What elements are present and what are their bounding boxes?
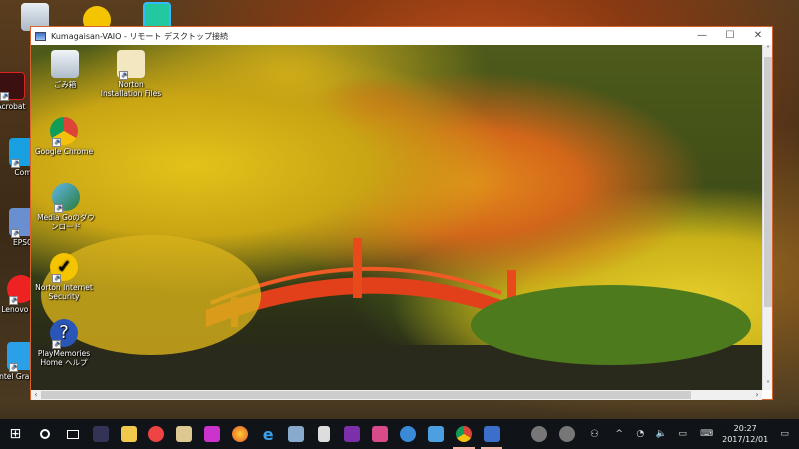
horizontal-scroll-thumb[interactable] — [41, 391, 691, 399]
app-icon — [371, 426, 388, 442]
onenote-icon — [343, 426, 360, 442]
minimize-button[interactable]: — — [688, 27, 716, 45]
title-bar[interactable]: Kumagaisan-VAIO - リモート デスクトップ接続 — [31, 27, 772, 45]
taskbar-app[interactable] — [366, 419, 394, 449]
avatar — [558, 426, 575, 442]
scroll-down-button[interactable]: ˅ — [763, 380, 773, 390]
media-go-icon: ↗ — [52, 183, 80, 213]
remote-norton-installation-files[interactable]: ↗ Norton Installation Files — [100, 50, 162, 98]
taskbar-file-explorer[interactable] — [115, 419, 143, 449]
time: 20:27 — [733, 424, 757, 433]
cortana-icon — [39, 429, 50, 439]
taskbar-firefox[interactable] — [226, 419, 254, 449]
volume-icon[interactable]: 🔈 — [651, 429, 672, 439]
clock[interactable]: 20:27 2017/12/01 — [720, 423, 770, 445]
vertical-scrollbar[interactable]: ˄ ˅ — [762, 45, 772, 390]
taskbar-app[interactable] — [394, 419, 422, 449]
search-button[interactable] — [31, 419, 59, 449]
taskbar-user-2[interactable] — [553, 419, 581, 449]
people-button[interactable]: ⚇ — [581, 419, 609, 449]
battery-icon[interactable]: ▭ — [672, 429, 693, 439]
maximize-button[interactable]: ☐ — [716, 27, 744, 45]
avatar — [530, 426, 547, 442]
windows-icon: ⊞ — [9, 426, 22, 442]
taskbar-app[interactable] — [422, 419, 450, 449]
date: 2017/12/01 — [722, 435, 769, 444]
taskbar-app[interactable] — [143, 419, 171, 449]
app-icon — [427, 426, 444, 442]
taskbar-onenote[interactable] — [338, 419, 366, 449]
taskbar-app[interactable] — [282, 419, 310, 449]
mail-icon — [176, 426, 193, 442]
taskbar-calculator[interactable] — [310, 419, 338, 449]
folder-icon: ↗ — [117, 50, 145, 80]
chrome-icon: ↗ — [50, 117, 78, 147]
start-button[interactable]: ⊞ — [0, 419, 31, 449]
app-icon — [204, 426, 221, 442]
scroll-right-button[interactable]: › — [752, 390, 762, 400]
remote-norton-internet-security[interactable]: ✓ ↗ Norton Internet Security — [34, 253, 94, 301]
vertical-scroll-thumb[interactable] — [764, 57, 772, 307]
chrome-icon — [455, 426, 472, 442]
remote-playmemories-help[interactable]: ? ↗ PlayMemories Home ヘルプ — [34, 319, 94, 367]
remote-desktop-icon — [483, 426, 500, 442]
remote-recycle-bin[interactable]: ごみ箱 — [40, 50, 90, 89]
remote-desktop-icon — [35, 31, 46, 41]
app-icon — [148, 426, 165, 442]
taskbar-app[interactable] — [87, 419, 115, 449]
app-icon — [399, 426, 416, 442]
window-title: Kumagaisan-VAIO - リモート デスクトップ接続 — [51, 31, 228, 41]
task-view-icon — [66, 429, 79, 439]
remote-desktop-view[interactable]: ごみ箱 ↗ Norton Installation Files ↗ Google C… — [31, 45, 762, 390]
help-icon: ? ↗ — [50, 319, 78, 349]
app-icon — [288, 426, 305, 442]
ie-icon: e — [262, 424, 274, 444]
taskbar-app[interactable] — [198, 419, 226, 449]
app-icon — [92, 426, 109, 442]
taskbar-user-1[interactable] — [525, 419, 553, 449]
keyboard-icon[interactable]: ⌨ — [693, 429, 720, 439]
wifi-icon[interactable]: ◔ — [630, 429, 651, 439]
people-icon: ⚇ — [590, 428, 600, 440]
remote-google-chrome[interactable]: ↗ Google Chrome — [34, 117, 94, 156]
taskbar-remote-desktop[interactable] — [478, 419, 506, 449]
scroll-up-button[interactable]: ˄ — [763, 45, 773, 55]
close-button[interactable]: ✕ — [744, 27, 772, 45]
norton-icon: ✓ ↗ — [50, 253, 78, 283]
acrobat-icon: ↗ — [0, 72, 25, 101]
taskbar: ⊞ e ⚇ ^ ◔ 🔈 ▭ ⌨ 20:27 2017/12/01 ▭ — [0, 419, 799, 449]
firefox-icon — [232, 426, 249, 442]
taskbar-chrome[interactable] — [450, 419, 478, 449]
remote-media-go[interactable]: ↗ Media Goのダウンロード — [34, 183, 98, 231]
folder-icon — [120, 426, 137, 442]
scroll-left-button[interactable]: ‹ — [31, 390, 41, 400]
taskbar-internet-explorer[interactable]: e — [254, 419, 282, 449]
horizontal-scrollbar[interactable]: ‹ › — [31, 390, 762, 400]
remote-desktop-window[interactable]: Kumagaisan-VAIO - リモート デスクトップ接続 — ☐ ✕ ごみ… — [30, 26, 773, 400]
recycle-bin-icon — [51, 50, 79, 78]
taskbar-app[interactable] — [170, 419, 198, 449]
task-view-button[interactable] — [59, 419, 87, 449]
notifications-icon[interactable]: ▭ — [770, 429, 799, 439]
calculator-icon — [317, 426, 330, 442]
show-hidden-icons[interactable]: ^ — [609, 429, 630, 439]
